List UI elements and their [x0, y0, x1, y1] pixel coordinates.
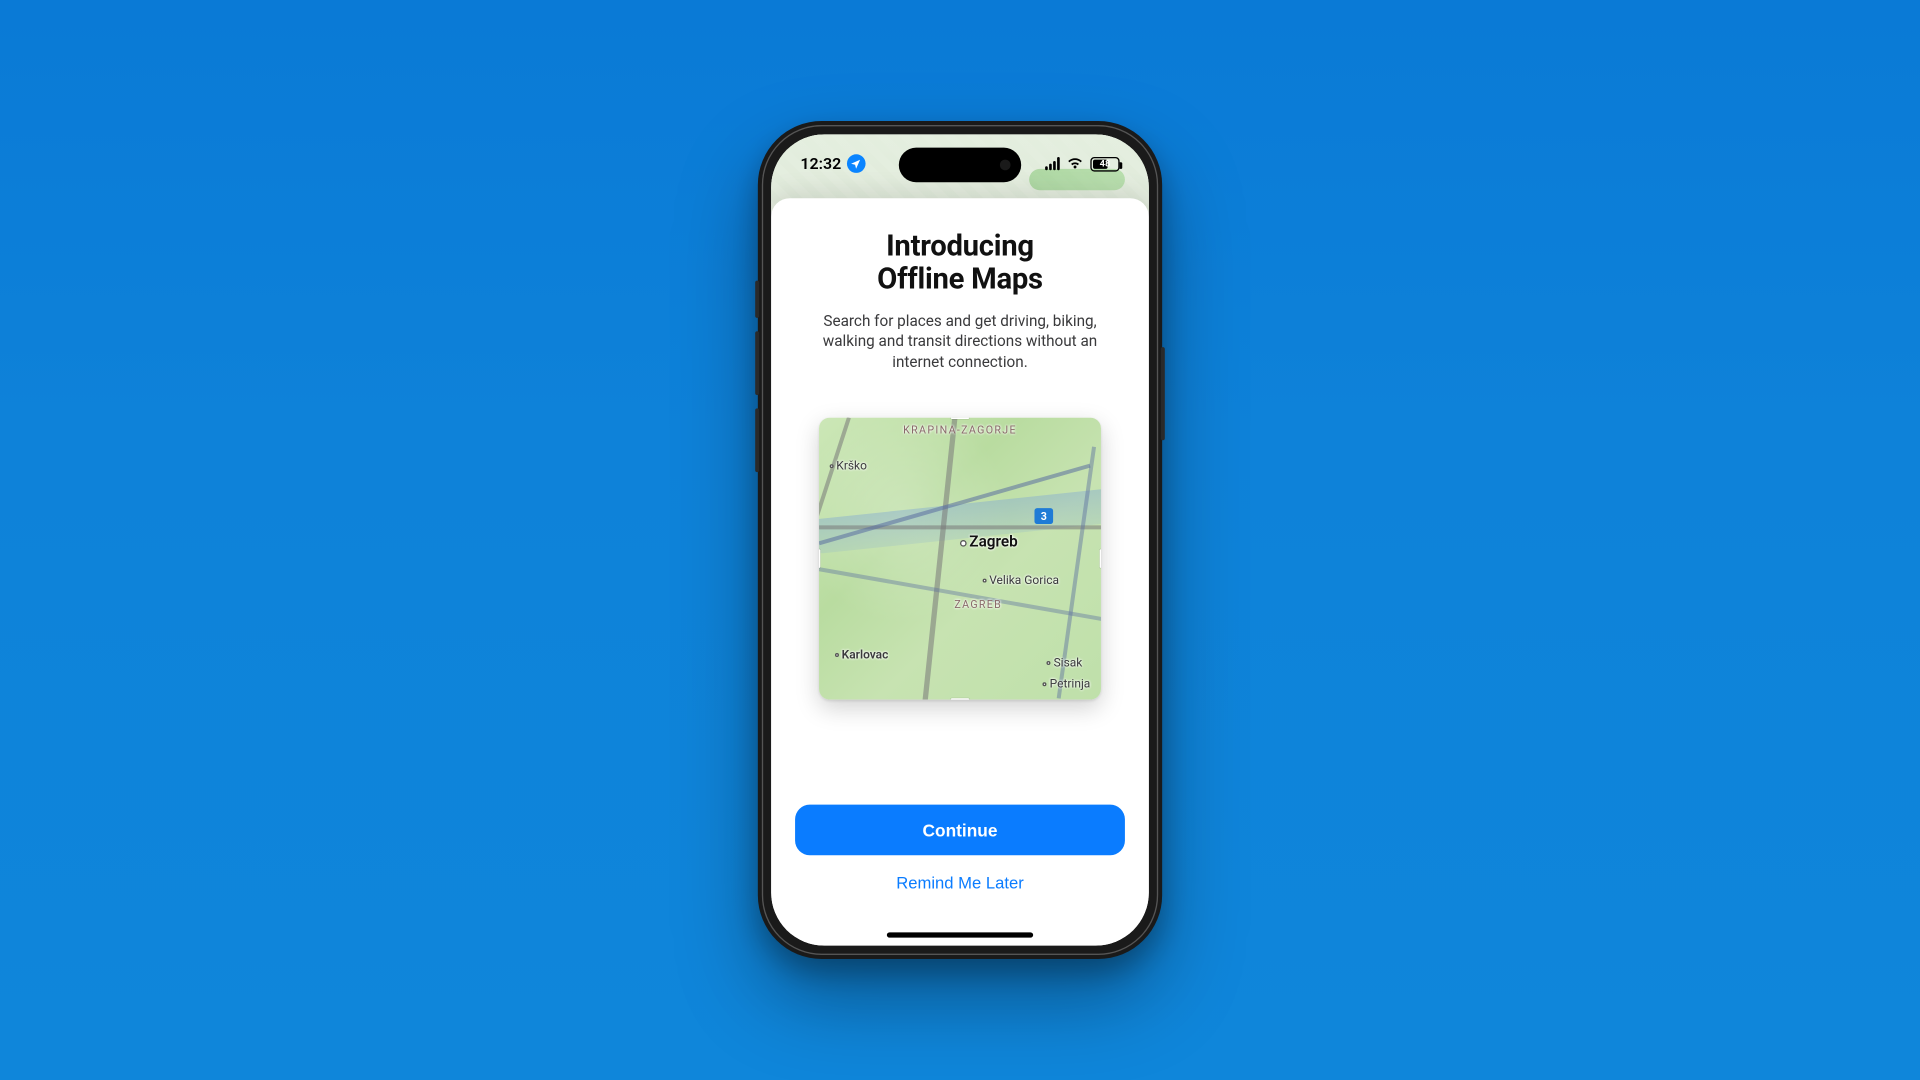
battery-level: 48 — [1100, 158, 1111, 169]
cellular-signal-icon — [1045, 157, 1060, 170]
map-label-region-krapina: Krapina-Zagorje — [903, 426, 1017, 438]
route-shield-icon: 3 — [1034, 508, 1053, 524]
map-label-petrinja: Petrinja — [1043, 679, 1090, 692]
sheet-actions: Continue Remind Me Later — [795, 805, 1125, 922]
map-label-sisak: Sisak — [1047, 657, 1082, 670]
map-label-velika-gorica: Velika Gorica — [983, 575, 1059, 588]
map-label-krsko: Krško — [830, 460, 867, 473]
volume-down-button[interactable] — [755, 408, 759, 472]
mute-switch[interactable] — [755, 281, 759, 318]
sheet-title-line2: Offline Maps — [877, 264, 1043, 298]
home-indicator[interactable] — [887, 932, 1033, 937]
remind-me-later-button[interactable]: Remind Me Later — [795, 869, 1125, 893]
dynamic-island[interactable] — [899, 148, 1021, 183]
continue-button[interactable]: Continue — [795, 805, 1125, 856]
phone-frame: 12:32 48 Introducing — [758, 121, 1162, 959]
offline-maps-sheet: Introducing Offline Maps Search for plac… — [771, 198, 1149, 945]
wifi-icon — [1066, 154, 1083, 173]
map-label-region-zagreb: Zagreb — [954, 599, 1002, 611]
volume-up-button[interactable] — [755, 331, 759, 395]
battery-icon: 48 — [1090, 156, 1119, 171]
status-time: 12:32 — [800, 154, 841, 173]
screen: 12:32 48 Introducing — [771, 134, 1149, 945]
power-button[interactable] — [1161, 347, 1165, 440]
map-region-preview[interactable]: Krapina-Zagorje Krško 3 Zagreb Velika Go… — [819, 418, 1101, 700]
map-label-karlovac: Karlovac — [835, 649, 888, 662]
sheet-subtitle: Search for places and get driving, bikin… — [807, 311, 1113, 373]
sheet-title: Introducing Offline Maps — [877, 230, 1043, 297]
sheet-title-line1: Introducing — [877, 230, 1043, 264]
location-services-icon — [847, 154, 866, 173]
map-label-zagreb: Zagreb — [960, 532, 1018, 551]
